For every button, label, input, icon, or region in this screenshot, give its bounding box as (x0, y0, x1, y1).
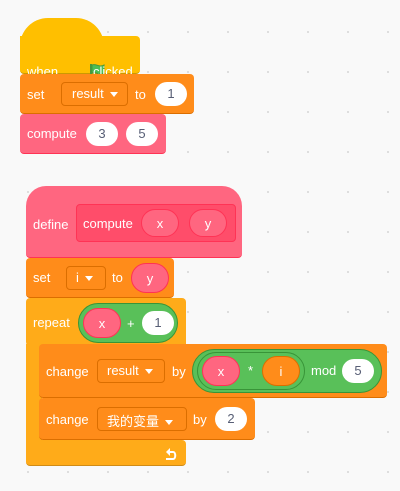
variable-dropdown-4[interactable]: 我的变量 (97, 407, 187, 431)
multiply-operator-reporter[interactable]: x * i (197, 352, 305, 390)
param-x-reporter-2[interactable]: x (83, 308, 121, 338)
define-label: define (33, 217, 69, 232)
param-y-reporter-2[interactable]: y (131, 263, 169, 293)
when-flag-clicked-block[interactable]: when clicked (20, 18, 140, 79)
set-label: set (27, 87, 45, 102)
compute-call-block[interactable]: compute 3 5 (20, 114, 166, 154)
repeat-count-input[interactable]: 1 (142, 311, 174, 335)
change-label-2: change (46, 412, 89, 427)
variable-i-reporter[interactable]: i (262, 356, 300, 386)
change-variable-block-2[interactable]: change 我的变量 by 2 (39, 398, 255, 440)
variable-dropdown-2[interactable]: i (66, 266, 106, 290)
proc-name-label: compute (83, 216, 133, 231)
param-x-reporter[interactable]: x (141, 209, 179, 237)
variable-dropdown[interactable]: result (61, 82, 128, 106)
set-label-2: set (33, 270, 51, 285)
add-operator-reporter[interactable]: x + 1 (78, 303, 178, 343)
arg1-input[interactable]: 3 (86, 122, 118, 146)
change-label: change (46, 364, 89, 379)
mod-value-input[interactable]: 5 (342, 359, 374, 383)
change-value-input[interactable]: 2 (215, 407, 247, 431)
proc-prototype: compute x y (76, 204, 236, 242)
variable-dropdown-3[interactable]: result (97, 359, 165, 383)
value-input[interactable]: 1 (155, 82, 187, 106)
define-block[interactable]: define compute x y (26, 186, 242, 258)
plus-operator: + (127, 316, 135, 331)
to-label: to (135, 87, 146, 102)
param-y-reporter[interactable]: y (189, 209, 227, 237)
by-label-2: by (193, 412, 207, 427)
repeat-label: repeat (33, 315, 70, 330)
param-x-reporter-3[interactable]: x (202, 356, 240, 386)
compute-label: compute (27, 126, 77, 141)
chevron-down-icon (144, 369, 153, 375)
by-label: by (172, 364, 186, 379)
set-variable-block[interactable]: set result to 1 (20, 74, 194, 114)
set-variable-block-2[interactable]: set i to y (26, 258, 174, 298)
chevron-down-icon (84, 276, 93, 282)
multiply-operator: * (248, 363, 254, 378)
loop-arrow-icon (166, 448, 177, 460)
chevron-down-icon (109, 92, 118, 98)
mod-label: mod (311, 363, 337, 378)
mod-operator-reporter[interactable]: x * i mod 5 (192, 349, 382, 393)
chevron-down-icon (165, 420, 174, 426)
arg2-input[interactable]: 5 (126, 122, 158, 146)
change-variable-block[interactable]: change result by x * i mod 5 (39, 344, 387, 398)
to-label-2: to (112, 270, 123, 285)
